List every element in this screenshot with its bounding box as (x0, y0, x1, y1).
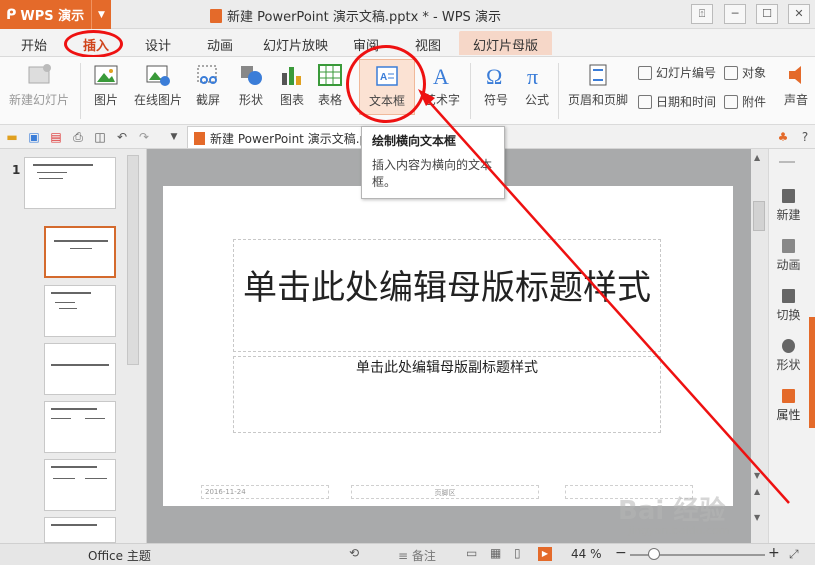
fit-window-icon[interactable]: ⤢ (789, 547, 799, 562)
sorter-view-icon[interactable]: ▦ (490, 546, 501, 560)
baidu-watermark-url: jingyan.baidu.com (628, 524, 730, 537)
notes-button[interactable]: ≡ 备注 (398, 547, 436, 564)
zoom-in-button[interactable]: + (768, 545, 780, 561)
zoom-out-button[interactable]: − (615, 545, 627, 561)
zoom-slider-thumb[interactable] (648, 548, 660, 560)
slideshow-icon[interactable]: ▶ (538, 547, 552, 561)
status-bar: Office 主题 ⟲ ≡ 备注 ▭ ▦ ▯ ▶ 44 % − + ⤢ (0, 543, 815, 565)
annotation-arrow (418, 89, 790, 504)
zoom-level: 44 % (571, 547, 602, 561)
reading-view-icon[interactable]: ▯ (514, 546, 521, 560)
baidu-watermark: Bai 经验 (618, 496, 726, 526)
history-icon[interactable]: ⟲ (349, 546, 359, 560)
theme-name: Office 主题 (88, 549, 151, 563)
normal-view-icon[interactable]: ▭ (466, 546, 477, 560)
